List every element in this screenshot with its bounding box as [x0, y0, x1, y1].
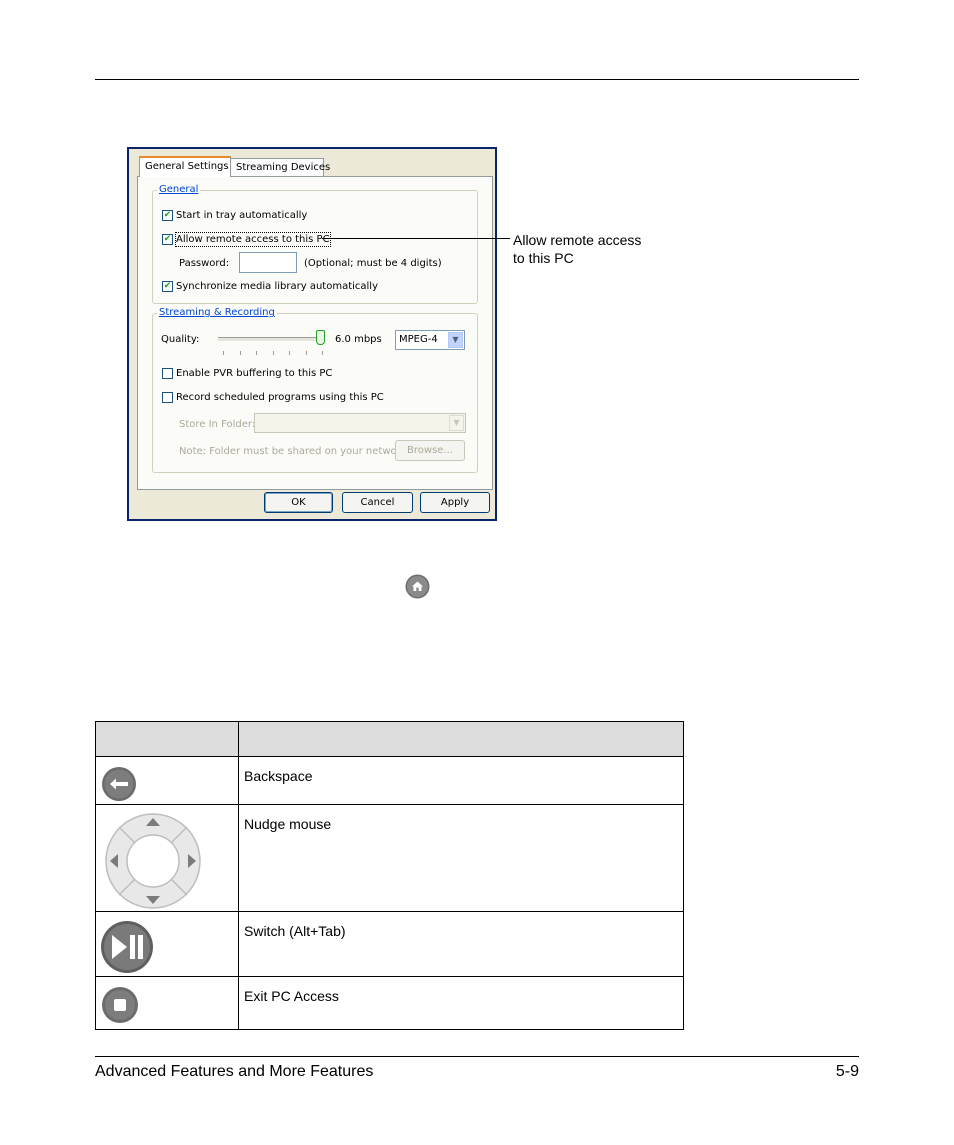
play-pause-icon	[101, 921, 153, 973]
table-icon-cell	[95, 804, 239, 912]
slider-tick	[322, 351, 323, 355]
enable-pvr-row[interactable]: Enable PVR buffering to this PC	[162, 367, 332, 380]
table-icon-cell	[95, 911, 239, 977]
record-scheduled-row[interactable]: Record scheduled programs using this PC	[162, 391, 384, 404]
allow-remote-label: Allow remote access to this PC	[175, 232, 331, 247]
apply-button[interactable]: Apply	[420, 492, 490, 513]
folder-note: Note: Folder must be shared on your netw…	[179, 446, 407, 457]
header-rule	[95, 79, 859, 80]
allow-remote-row[interactable]: Allow remote access to this PC	[162, 232, 331, 247]
footer-rule	[95, 1056, 859, 1057]
table-row: Nudge mouse	[95, 804, 684, 912]
sync-media-label: Synchronize media library automatically	[176, 281, 378, 292]
stop-icon	[102, 987, 138, 1023]
footer-title: Advanced Features and More Features	[95, 1063, 374, 1080]
table-description: Switch (Alt+Tab)	[238, 911, 684, 977]
slider-tick	[223, 351, 224, 355]
table-header-cell	[95, 721, 239, 757]
table-row: Backspace	[95, 756, 684, 805]
tab-general-settings[interactable]: General Settings	[139, 156, 231, 177]
slider-tick	[305, 351, 307, 355]
start-in-tray-label: Start in tray automatically	[176, 210, 308, 221]
table-description: Nudge mouse	[238, 804, 684, 912]
slider-tick	[256, 351, 257, 355]
ok-button[interactable]: OK	[264, 492, 333, 513]
format-select-value: MPEG-4	[399, 334, 438, 345]
password-input[interactable]	[239, 252, 297, 273]
table-header-cell	[238, 721, 684, 757]
remote-key-table: Backspace Nudge mouse Switch (Alt+Tab) E…	[95, 721, 684, 1030]
password-hint: (Optional; must be 4 digits)	[304, 258, 442, 269]
cancel-button[interactable]: Cancel	[342, 492, 413, 513]
enable-pvr-checkbox[interactable]	[162, 368, 173, 379]
home-icon	[405, 574, 430, 599]
table-icon-cell	[95, 756, 239, 805]
table-row: Switch (Alt+Tab)	[95, 911, 684, 977]
table-description: Backspace	[238, 756, 684, 805]
callout-leader-line	[322, 238, 510, 239]
start-in-tray-row[interactable]: Start in tray automatically	[162, 209, 307, 222]
quality-label: Quality:	[161, 334, 200, 345]
password-label: Password:	[179, 258, 230, 269]
table-description: Exit PC Access	[238, 976, 684, 1030]
format-select[interactable]: MPEG-4 ▼	[395, 330, 465, 350]
general-group-title: General	[157, 183, 201, 197]
slider-tick	[289, 351, 290, 355]
store-folder-label: Store In Folder:	[179, 419, 256, 430]
table-icon-cell	[95, 976, 239, 1030]
tab-panel: General Start in tray automatically Allo…	[137, 176, 493, 490]
allow-remote-checkbox[interactable]	[162, 234, 173, 245]
enable-pvr-label: Enable PVR buffering to this PC	[176, 368, 333, 379]
quality-slider-track[interactable]	[218, 337, 320, 342]
callout-line-1: Allow remote access	[513, 232, 642, 248]
page-number: 5-9	[835, 1063, 859, 1080]
quality-value: 6.0 mbps	[335, 334, 382, 345]
table-row: Exit PC Access	[95, 976, 684, 1030]
settings-dialog: General Settings Streaming Devices Gener…	[127, 147, 497, 521]
store-folder-select: ▼	[254, 413, 466, 433]
streaming-group-title: Streaming & Recording	[157, 306, 277, 320]
chevron-down-icon: ▼	[449, 415, 464, 431]
slider-tick	[272, 351, 274, 355]
start-in-tray-checkbox[interactable]	[162, 210, 173, 221]
record-scheduled-checkbox[interactable]	[162, 392, 173, 403]
tab-streaming-devices[interactable]: Streaming Devices	[230, 158, 330, 176]
browse-button: Browse...	[395, 440, 465, 461]
quality-slider-thumb[interactable]	[316, 330, 325, 345]
table-header-row	[95, 721, 684, 757]
callout-line-2: to this PC	[513, 250, 574, 266]
record-scheduled-label: Record scheduled programs using this PC	[176, 392, 384, 403]
slider-tick	[239, 351, 241, 355]
callout-label: Allow remote access to this PC	[513, 231, 641, 267]
sync-media-checkbox[interactable]	[162, 281, 173, 292]
backspace-icon	[102, 767, 136, 801]
nudge-mouse-dpad-icon	[105, 813, 201, 909]
sync-media-row[interactable]: Synchronize media library automatically	[162, 280, 378, 293]
chevron-down-icon[interactable]: ▼	[448, 332, 463, 348]
